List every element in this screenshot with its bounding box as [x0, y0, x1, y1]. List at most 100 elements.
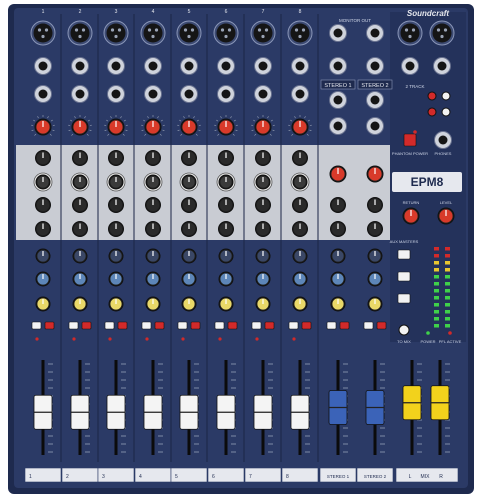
master-xlr-out-left-pin — [408, 34, 412, 39]
channel-7-pfl-button[interactable] — [251, 321, 262, 330]
channel-1-mute-button[interactable] — [44, 321, 55, 330]
two-track-label: 2 TRACK — [406, 84, 425, 89]
stereo-2-monitor-jack-hole — [370, 28, 380, 38]
stereo-2-pfl-button[interactable] — [363, 321, 374, 330]
level-label: LEVEL — [440, 200, 453, 205]
channel-7-mute-button[interactable] — [264, 321, 275, 330]
channel-6-mute-button[interactable] — [227, 321, 238, 330]
channel-8-mute-button[interactable] — [301, 321, 312, 330]
meter-left-segment — [434, 296, 439, 300]
channel-7-xlr-input-socket — [253, 23, 273, 43]
channel-3-pfl-button[interactable] — [104, 321, 115, 330]
stereo-2-strip-label: STEREO 2 — [364, 474, 387, 479]
phones-jack-hole — [438, 135, 448, 145]
meter-left-segment — [434, 261, 439, 265]
stereo-2-input-left-jack-hole — [370, 61, 380, 71]
stereo-1-pfl-button[interactable] — [326, 321, 337, 330]
channel-8-peak-led — [292, 337, 296, 341]
channel-8-xlr-input-pin — [301, 28, 306, 32]
stereo-2-mute-button[interactable] — [376, 321, 387, 330]
channel-5-mute-button[interactable] — [190, 321, 201, 330]
channel-4-mute-button[interactable] — [154, 321, 165, 330]
meter-right-segment — [445, 324, 450, 328]
channel-2-peak-led — [72, 337, 76, 341]
meter-right-segment — [445, 268, 450, 272]
power-label: POWER — [420, 339, 435, 344]
pfl-active-led — [448, 331, 452, 335]
channel-4-strip-label: 4 — [139, 474, 142, 480]
channel-6-xlr-input-socket — [216, 23, 236, 43]
to-mix-label: TO MIX — [397, 339, 411, 344]
channel-1-peak-led — [35, 337, 39, 341]
channel-5-xlr-input-pin — [183, 28, 188, 32]
channel-6-pfl-button[interactable] — [214, 321, 225, 330]
channel-1-xlr-input-socket — [33, 23, 53, 43]
channel-6-xlr-input-pin — [220, 28, 225, 32]
channel-1-pfl-button[interactable] — [31, 321, 42, 330]
channel-7-peak-led — [255, 337, 259, 341]
stereo-1-mute-button[interactable] — [339, 321, 350, 330]
channel-2-insert-jack-hole — [75, 89, 85, 99]
two-track-rca-white-2[interactable] — [441, 107, 451, 117]
return-label: RETURN — [403, 200, 420, 205]
channel-2-pfl-button[interactable] — [68, 321, 79, 330]
channel-5-xlr-input-pin — [190, 28, 195, 32]
brand-logo: Soundcraft — [407, 9, 450, 18]
stereo-2-extra-jack-hole — [370, 121, 380, 131]
channel-1-xlr-input-pin — [41, 34, 45, 39]
meter-left-segment — [434, 254, 439, 258]
mix-right-label: R — [439, 474, 443, 480]
channel-5-pfl-button[interactable] — [177, 321, 188, 330]
channel-5-insert-jack-hole — [184, 89, 194, 99]
channel-4-xlr-input-pin — [147, 28, 152, 32]
channel-3-xlr-input-socket — [106, 23, 126, 43]
meter-left-segment — [434, 289, 439, 293]
channel-6-insert-jack-hole — [221, 89, 231, 99]
two-track-rca-white[interactable] — [441, 91, 451, 101]
channel-7-xlr-input-pin — [264, 28, 269, 32]
meter-left-segment — [434, 310, 439, 314]
meter-left-segment — [434, 282, 439, 286]
to-mix-button[interactable] — [398, 324, 410, 336]
channel-3-mute-button[interactable] — [117, 321, 128, 330]
stereo-1-extra-jack-hole — [333, 121, 343, 131]
channel-8-xlr-input-pin — [298, 34, 302, 39]
master-jack-right-hole — [437, 61, 447, 71]
aux-master-button-3[interactable] — [397, 293, 411, 304]
channel-8-pfl-button[interactable] — [288, 321, 299, 330]
channel-1-line-jack-hole — [38, 61, 48, 71]
master-xlr-out-right-pin — [443, 28, 448, 32]
meter-right-segment — [445, 282, 450, 286]
channel-8-line-jack-hole — [295, 61, 305, 71]
two-track-rca-red[interactable] — [427, 91, 437, 101]
channel-4-xlr-input-pin — [154, 28, 159, 32]
aux-master-button-1[interactable] — [397, 249, 411, 260]
channel-2-xlr-input-pin — [74, 28, 79, 32]
stereo-2-title: STEREO 2 — [361, 83, 388, 89]
mixer-panel: EPM8 Soundcraft MONITOR OUT 2 TRACK PHAN… — [8, 4, 474, 494]
channel-6-xlr-input-pin — [224, 34, 228, 39]
channel-4-pfl-button[interactable] — [141, 321, 152, 330]
channel-6-number: 6 — [225, 9, 228, 15]
channel-7-insert-jack-hole — [258, 89, 268, 99]
channel-1-xlr-input-pin — [37, 28, 42, 32]
phantom-power-button[interactable] — [403, 133, 417, 147]
channel-1-insert-jack-hole — [38, 89, 48, 99]
channel-8-xlr-input-pin — [294, 28, 299, 32]
stereo-1-title: STEREO 1 — [324, 83, 351, 89]
channel-2-xlr-input-pin — [81, 28, 86, 32]
two-track-rca-red-2[interactable] — [427, 107, 437, 117]
channel-2-mute-button[interactable] — [81, 321, 92, 330]
meter-right-segment — [445, 247, 450, 251]
meter-left-segment — [434, 303, 439, 307]
meter-right-segment — [445, 303, 450, 307]
channel-3-strip-label: 3 — [102, 474, 105, 480]
aux-master-button-2[interactable] — [397, 271, 411, 282]
meter-right-segment — [445, 289, 450, 293]
channel-3-line-jack-hole — [111, 61, 121, 71]
channel-4-xlr-input-socket — [143, 23, 163, 43]
meter-right-segment — [445, 254, 450, 258]
meter-right-segment — [445, 261, 450, 265]
phantom-led — [413, 130, 417, 134]
channel-3-number: 3 — [115, 9, 118, 15]
